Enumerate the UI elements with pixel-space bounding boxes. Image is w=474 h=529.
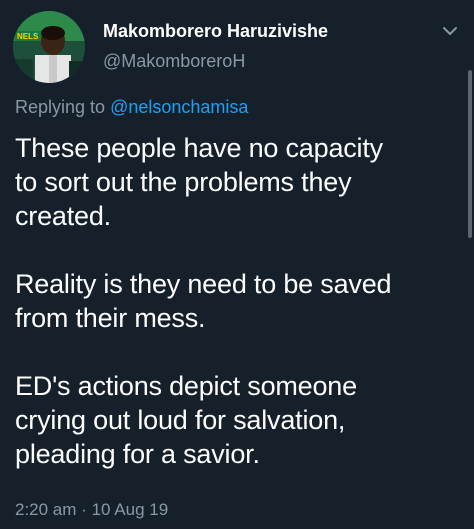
tweet-paragraph: These people have no capacity to sort ou… xyxy=(15,131,455,233)
avatar-badge-text: NELS xyxy=(17,32,39,41)
author-name[interactable]: Makomborero Haruzivishe xyxy=(103,21,328,42)
chevron-down-icon[interactable] xyxy=(441,24,459,38)
tweet-line: ED's actions depict someone xyxy=(15,371,357,401)
tweet-time: 2:20 am xyxy=(15,500,77,519)
tweet-timestamp[interactable]: 2:20 am · 10 Aug 19 xyxy=(15,500,168,520)
tweet-line: pleading for a savior. xyxy=(15,439,260,469)
tweet-paragraph: Reality is they need to be saved from th… xyxy=(15,267,455,335)
tweet-line: Reality is they need to be saved xyxy=(15,269,392,299)
tweet-line: from their mess. xyxy=(15,303,206,333)
tweet-date: 10 Aug 19 xyxy=(91,500,169,519)
scrollbar-thumb[interactable] xyxy=(468,70,472,238)
tweet-card: NELS Makomborero Haruzivishe @Makomborer… xyxy=(0,0,474,529)
tweet-line: created. xyxy=(15,201,111,231)
tweet-text: These people have no capacity to sort ou… xyxy=(15,131,455,471)
meta-separator: · xyxy=(81,500,87,519)
replying-to: Replying to @nelsonchamisa xyxy=(15,97,248,118)
tweet-paragraph: ED's actions depict someone crying out l… xyxy=(15,369,455,471)
avatar-image: NELS xyxy=(13,11,85,83)
tweet-line: to sort out the problems they xyxy=(15,167,352,197)
tweet-line: These people have no capacity xyxy=(15,133,383,163)
author-handle[interactable]: @MakomboreroH xyxy=(103,51,245,72)
reply-mention-link[interactable]: @nelsonchamisa xyxy=(110,97,248,117)
tweet-line: crying out loud for salvation, xyxy=(15,405,346,435)
avatar[interactable]: NELS xyxy=(13,11,85,83)
replying-to-prefix: Replying to xyxy=(15,97,106,117)
